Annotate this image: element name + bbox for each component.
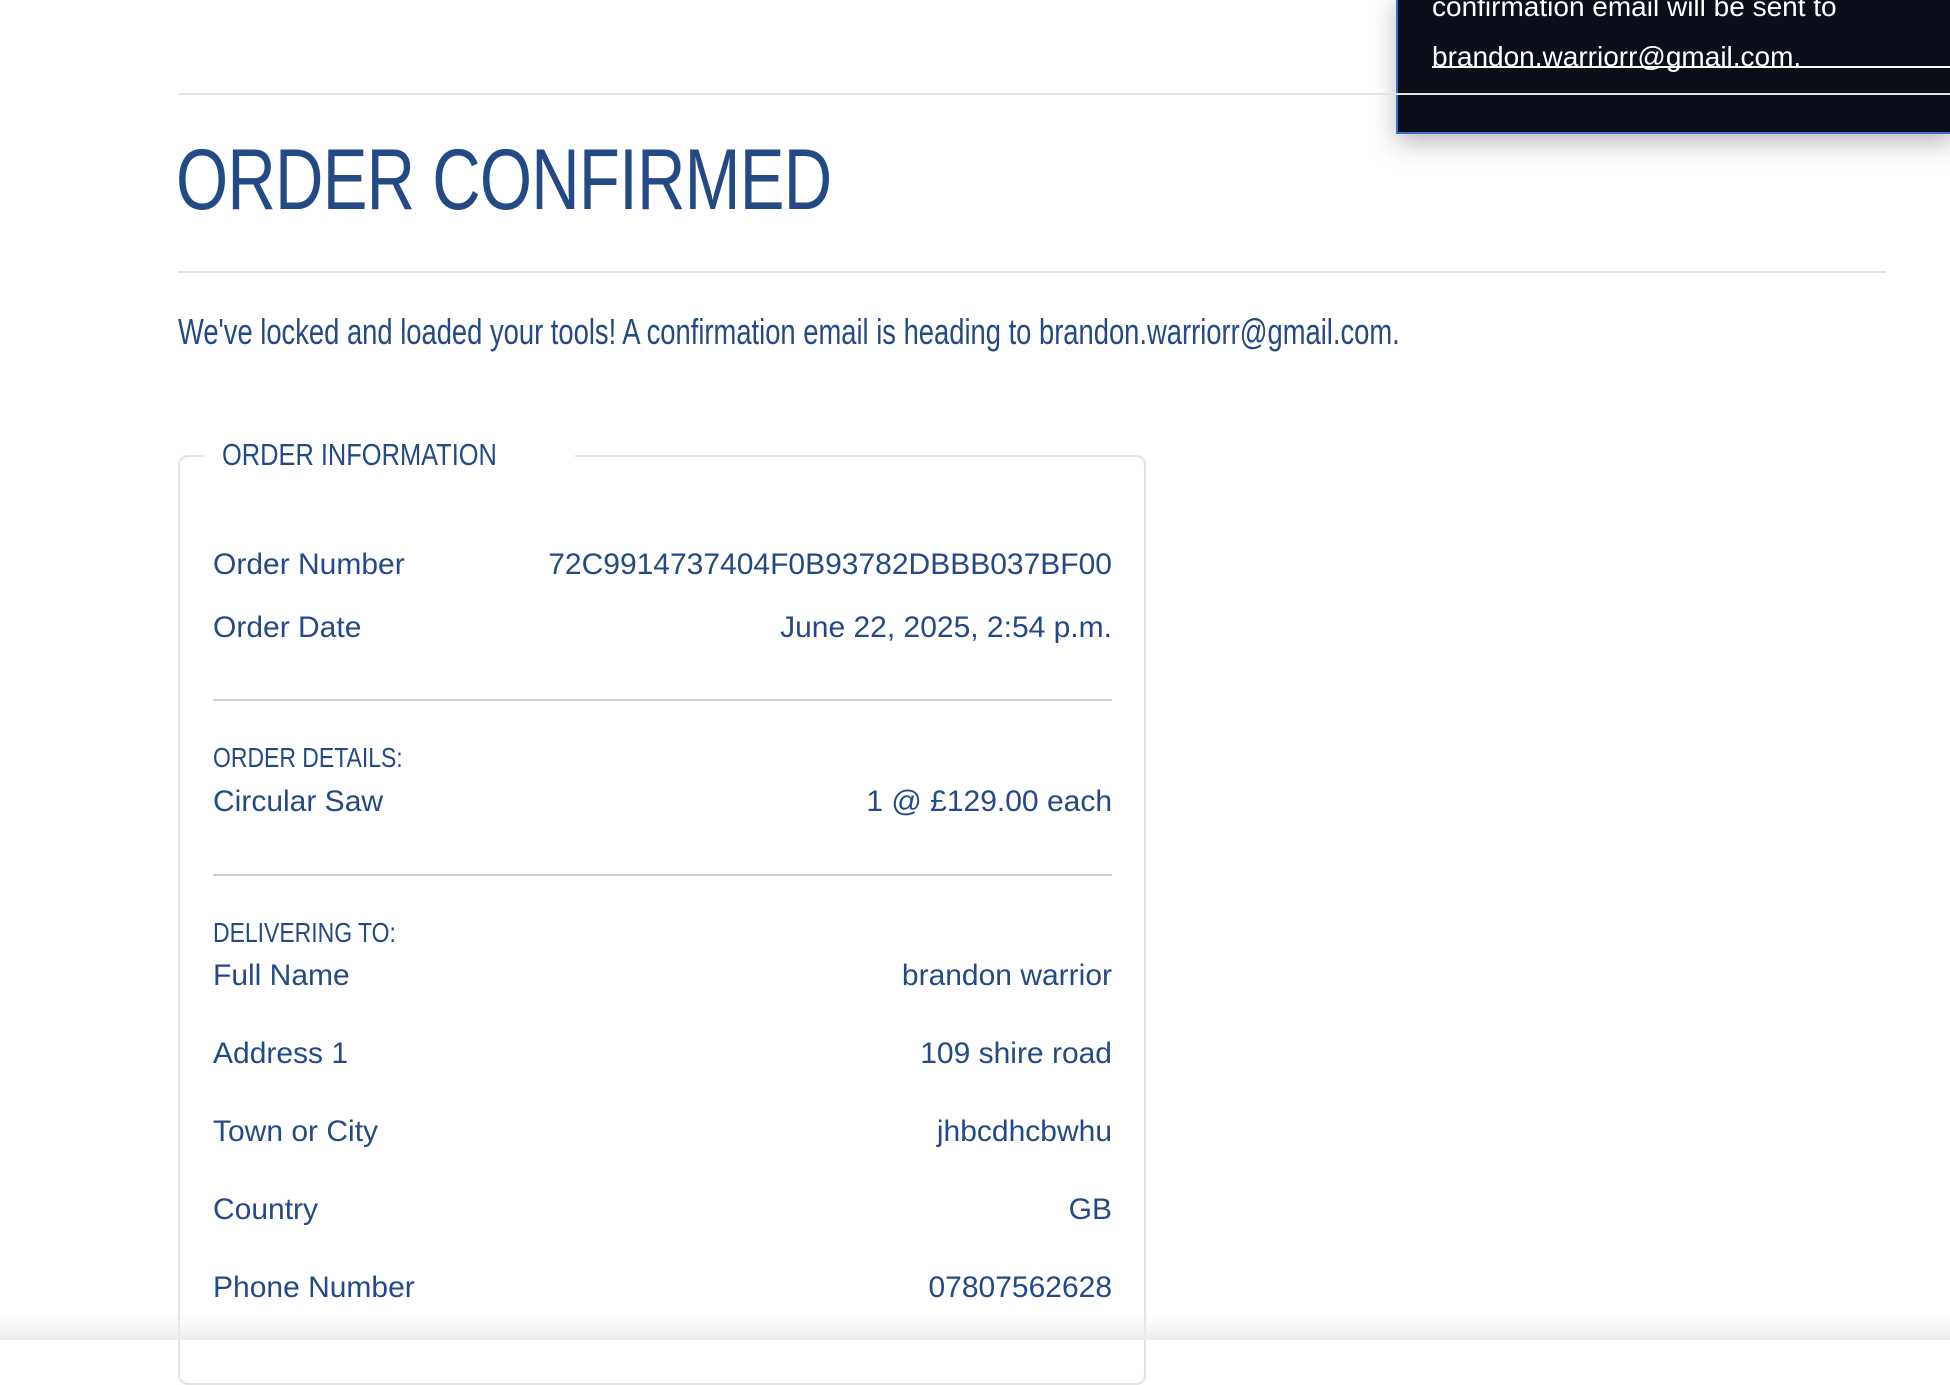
full-name-value: brandon warrior — [901, 959, 1112, 992]
country-row: Country GB — [213, 1188, 1112, 1232]
toast-line-1: confirmation email will be sent to — [1432, 0, 1837, 22]
card-legend: ORDER INFORMATION — [204, 427, 576, 483]
phone-row: Phone Number 07807562628 — [213, 1266, 1112, 1310]
delivering-to-heading: DELIVERING TO: — [213, 917, 396, 948]
address1-label: Address 1 — [213, 1037, 349, 1070]
divider — [213, 699, 1112, 701]
order-item-row: Circular Saw 1 @ £129.00 each — [213, 780, 1112, 824]
phone-value: 07807562628 — [928, 1271, 1112, 1304]
order-details-heading: ORDER DETAILS: — [213, 742, 403, 773]
order-number-value: 72C9914737404F0B93782DBBB037BF00 — [548, 548, 1112, 581]
toast-notification: confirmation email will be sent to brand… — [1396, 0, 1950, 134]
divider — [213, 874, 1112, 876]
country-value: GB — [1068, 1193, 1112, 1226]
bottom-scroll-fade — [0, 1314, 1950, 1340]
title-divider — [178, 271, 1886, 273]
item-name: Circular Saw — [213, 785, 384, 818]
address1-row: Address 1 109 shire road — [213, 1032, 1112, 1076]
order-date-row: Order Date June 22, 2025, 2:54 p.m. — [213, 606, 1112, 650]
toast-message: confirmation email will be sent to brand… — [1432, 0, 1837, 82]
order-number-row: Order Number 72C9914737404F0B93782DBBB03… — [213, 543, 1112, 587]
order-information-card: ORDER INFORMATION Order Number 72C991473… — [178, 427, 1146, 1385]
address1-value: 109 shire road — [920, 1037, 1112, 1070]
full-name-label: Full Name — [213, 959, 350, 992]
item-qty-price: 1 @ £129.00 each — [866, 785, 1112, 818]
order-date-label: Order Date — [213, 611, 362, 644]
page-title: ORDER CONFIRMED — [176, 132, 832, 228]
phone-label: Phone Number — [213, 1271, 415, 1304]
order-date-value: June 22, 2025, 2:54 p.m. — [780, 611, 1112, 644]
order-number-label: Order Number — [213, 548, 405, 581]
town-value: jhbcdhcbwhu — [936, 1115, 1112, 1148]
town-label: Town or City — [213, 1115, 379, 1148]
confirmation-message: We've locked and loaded your tools! A co… — [178, 311, 1400, 352]
town-row: Town or City jhbcdhcbwhu — [213, 1110, 1112, 1154]
country-label: Country — [213, 1193, 319, 1226]
top-divider — [178, 93, 1950, 95]
full-name-row: Full Name brandon warrior — [213, 954, 1112, 998]
toast-line-2: brandon.warriorr@gmail.com. — [1432, 41, 1802, 72]
toast-progress-bar — [1432, 66, 1950, 68]
